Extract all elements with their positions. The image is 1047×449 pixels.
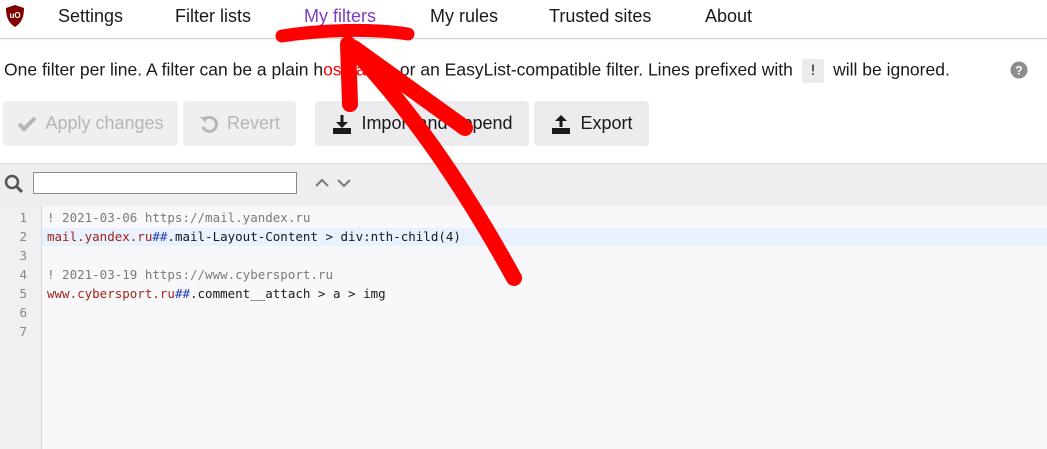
comment-prefix-chip: ! — [801, 59, 825, 83]
search-input[interactable] — [33, 172, 297, 194]
upload-icon — [552, 114, 571, 134]
magnifier-icon — [4, 174, 24, 194]
filter-editor[interactable]: 1 2 3 4 5 6 7 ! 2021-03-06 https://mail.… — [0, 206, 1047, 449]
tab-filter-lists[interactable]: Filter lists — [175, 6, 251, 27]
tab-my-rules[interactable]: My rules — [430, 6, 498, 27]
svg-text:?: ? — [1015, 64, 1022, 78]
ublock-origin-logo-icon: uO — [6, 5, 24, 27]
line-number: 7 — [19, 324, 27, 339]
editor-line-current[interactable]: mail.yandex.ru##.mail-Layout-Content > d… — [42, 228, 1047, 246]
tab-trusted-sites[interactable]: Trusted sites — [549, 6, 651, 27]
line-number-gutter: 1 2 3 4 5 6 7 — [0, 206, 42, 449]
search-bar — [0, 163, 1047, 207]
import-and-append-button[interactable]: Import and append — [315, 101, 529, 146]
editor-line[interactable]: ! 2021-03-19 https://www.cybersport.ru — [47, 267, 333, 282]
tab-about[interactable]: About — [705, 6, 752, 27]
tab-bar: uO Settings Filter lists My filters My r… — [0, 0, 1047, 39]
export-button[interactable]: Export — [534, 101, 649, 146]
line-number: 6 — [19, 305, 27, 320]
question-circle-icon[interactable]: ? — [1010, 61, 1028, 79]
line-number: 2 — [19, 229, 27, 244]
line-number: 5 — [19, 286, 27, 301]
search-previous-icon[interactable] — [314, 176, 330, 190]
active-tab-indicator — [283, 30, 408, 36]
search-next-icon[interactable] — [336, 176, 352, 190]
tab-my-filters[interactable]: My filters — [304, 6, 376, 27]
undo-icon — [199, 115, 218, 133]
apply-changes-button[interactable]: Apply changes — [3, 101, 178, 146]
line-number: 1 — [19, 210, 27, 225]
check-icon — [18, 116, 37, 132]
tab-settings[interactable]: Settings — [58, 6, 123, 27]
editor-line[interactable]: www.cybersport.ru##.comment__attach > a … — [47, 286, 386, 301]
revert-button[interactable]: Revert — [183, 101, 296, 146]
svg-text:uO: uO — [9, 11, 20, 20]
line-number: 4 — [19, 267, 27, 282]
download-icon — [333, 114, 352, 134]
editor-line[interactable]: ! 2021-03-06 https://mail.yandex.ru — [47, 210, 310, 225]
line-number: 3 — [19, 248, 27, 263]
description-text: One filter per line. A filter can be a p… — [4, 59, 950, 83]
